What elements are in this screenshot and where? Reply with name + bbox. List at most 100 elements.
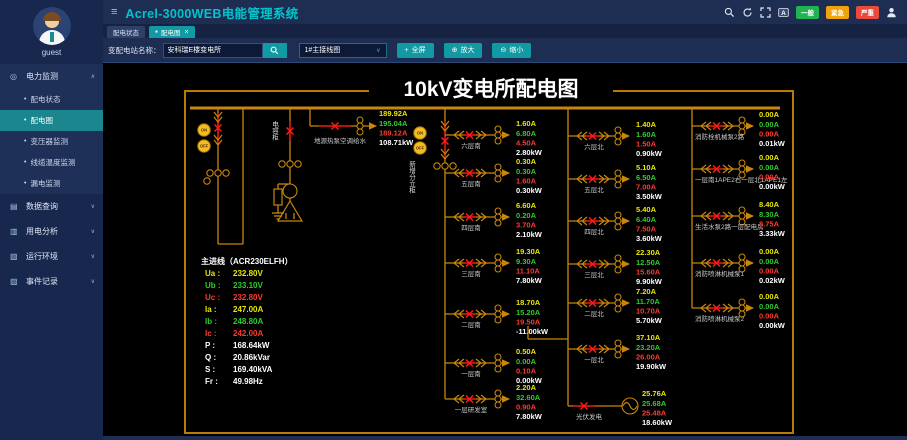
diagram-text: 0.00A xyxy=(759,153,780,162)
diagram-text: 0.01kW xyxy=(759,139,786,148)
diagram-circle xyxy=(615,267,621,273)
diagram-text: 0.10A xyxy=(516,367,537,376)
diagram-text: 0.30A xyxy=(516,167,537,176)
sidebar-item-label: 事件记录 xyxy=(26,276,91,287)
diagram-circle xyxy=(357,123,363,129)
tab-配电图[interactable]: ●配电图× xyxy=(149,26,195,38)
diagram-text: 189.92A xyxy=(379,109,408,118)
diagram-text: 0.90kW xyxy=(636,149,663,158)
search-button[interactable] xyxy=(263,43,287,58)
diagram-text: 26.00A xyxy=(636,353,661,362)
diagram-circle xyxy=(495,214,501,220)
diagram-circle xyxy=(495,208,501,214)
search-icon[interactable] xyxy=(724,7,735,18)
alarm-badge-3[interactable]: 严重 xyxy=(856,6,879,19)
svg-text:A: A xyxy=(781,10,786,17)
alarm-badge-2[interactable]: 紧急 xyxy=(826,6,849,19)
sidebar-subitem-线缆温度监测[interactable]: • 线缆温度监测 xyxy=(0,152,103,173)
diagram-text: 2.10kW xyxy=(516,230,543,239)
diagram-text: 9.90kW xyxy=(636,277,663,286)
diagram-text: 19.90kW xyxy=(636,362,667,371)
diagram-polygon xyxy=(502,213,510,221)
sidebar-item-运行环境[interactable]: ▧运行环境∨ xyxy=(0,244,103,269)
diagram-text: 0.00A xyxy=(759,130,780,139)
hamburger-icon[interactable]: ≡ xyxy=(111,6,117,18)
diagram-text: 三层南 xyxy=(461,269,481,278)
缩小-button[interactable]: ⊖缩小 xyxy=(492,43,531,58)
放大-button[interactable]: ⊕放大 xyxy=(444,43,483,58)
diagram-polygon xyxy=(369,122,377,130)
alarm-badges: 一般紧急严重 xyxy=(796,6,879,19)
user-icon[interactable] xyxy=(886,7,897,18)
sidebar-subitem-配电图[interactable]: •配电图 xyxy=(0,110,103,131)
diagram-text: 7.50A xyxy=(636,225,657,234)
diagram-text: 10.70A xyxy=(636,307,661,316)
diagram-text: 0.00A xyxy=(759,267,780,276)
diagram-circle xyxy=(615,182,621,188)
diagram-text: 主进线（ACR230ELFH） xyxy=(201,256,293,266)
refresh-icon[interactable] xyxy=(742,7,753,18)
diagram-select[interactable]: 1#主接线图 ∨ xyxy=(299,43,387,58)
diagram-polygon xyxy=(746,122,754,130)
diagram-circle xyxy=(739,207,745,213)
diagram-polygon xyxy=(502,259,510,267)
diagram-circle xyxy=(739,117,745,123)
diagram-circle xyxy=(739,305,745,311)
language-icon[interactable]: A xyxy=(778,7,789,18)
diagram-circle xyxy=(434,163,440,169)
button-icon: + xyxy=(405,47,409,54)
diagram-text: P : xyxy=(205,341,215,350)
sidebar-item-label: 数据查询 xyxy=(26,201,91,212)
fullscreen-icon[interactable] xyxy=(760,7,771,18)
close-icon[interactable]: × xyxy=(185,29,189,36)
diagram-text: 0.00A xyxy=(759,302,780,311)
全屏-button[interactable]: +全屏 xyxy=(397,43,434,58)
tab-配电状态[interactable]: 配电状态 xyxy=(107,26,145,38)
diagram-circle xyxy=(295,161,301,167)
diagram-circle xyxy=(615,127,621,133)
station-input[interactable] xyxy=(163,43,263,58)
menu-group: ▥用电分析∨ xyxy=(0,219,103,244)
sidebar-item-用电分析[interactable]: ▥用电分析∨ xyxy=(0,219,103,244)
sidebar-subitem-漏电监测[interactable]: •漏电监测 xyxy=(0,173,103,194)
station-name-label: 变配电站名称： xyxy=(108,45,161,56)
tab-bar: 配电状态 ●配电图× xyxy=(103,24,907,38)
diagram-circle xyxy=(287,161,293,167)
diagram-text: 6.50A xyxy=(636,173,657,182)
diagram-text: 5.10A xyxy=(636,163,657,172)
diagram-circle xyxy=(495,311,501,317)
diagram-text: 0.00A xyxy=(759,163,780,172)
diagram-text: 23.20A xyxy=(636,343,661,352)
diagram-text: 3.70A xyxy=(516,221,537,230)
sidebar-item-事件记录[interactable]: ▨事件记录∨ xyxy=(0,269,103,294)
sidebar-item-电力监测[interactable]: ◎电力监测∧ xyxy=(0,64,103,89)
diagram-circle xyxy=(739,260,745,266)
sidebar-subitem-变压器监测[interactable]: •变压器监测 xyxy=(0,131,103,152)
diagram-polygon xyxy=(502,359,510,367)
single-line-diagram-canvas[interactable]: ONOFF电容柜地源热泵空调给水189.92A195.04A189.12A108… xyxy=(103,63,907,436)
diagram-text: Ub : xyxy=(205,281,221,290)
diagram-text: 22.30A xyxy=(636,248,661,257)
bullet-icon: • xyxy=(24,159,26,166)
diagram-text: 0.00A xyxy=(759,247,780,256)
diagram-text: 189.12A xyxy=(379,129,408,138)
diagram-text: 19.50A xyxy=(516,318,541,327)
menu-group: ▨事件记录∨ xyxy=(0,269,103,294)
alarm-badge-1[interactable]: 一般 xyxy=(796,6,819,19)
diagram-text: 25.76A xyxy=(642,389,667,398)
diagram-text: 242.00A xyxy=(233,329,263,338)
diagram-text: 195.04A xyxy=(379,119,408,128)
diagram-text: 5.70kW xyxy=(636,316,663,325)
sidebar-subitem-label: 线缆温度监测 xyxy=(30,157,75,168)
diagram-circle xyxy=(223,170,229,176)
sidebar-subitem-label: 配电状态 xyxy=(30,94,60,105)
diagram-text: 0.00kW xyxy=(759,182,786,191)
diagram-circle xyxy=(495,266,501,272)
diagram-text: 19.30A xyxy=(516,247,541,256)
bullet-icon: • xyxy=(24,117,26,124)
sidebar-item-数据查询[interactable]: ▤数据查询∨ xyxy=(0,194,103,219)
sidebar-subitem-配电状态[interactable]: •配电状态 xyxy=(0,89,103,110)
menu-group: ◎电力监测∧•配电状态•配电图•变压器监测•线缆温度监测•漏电监测 xyxy=(0,64,103,194)
diagram-text: -11.00kW xyxy=(516,327,549,336)
top-bar: ≡ Acrel-3000WEB电能管理系统 A 一般紧急严重 xyxy=(103,0,907,24)
